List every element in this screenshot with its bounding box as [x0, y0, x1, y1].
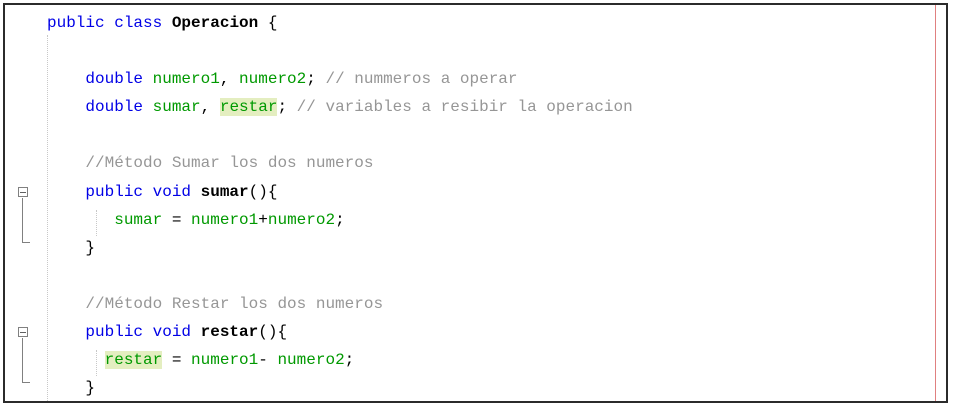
code-token: sumar — [114, 210, 163, 229]
fold-range-end — [22, 242, 30, 243]
code-line[interactable]: public void sumar(){ — [47, 178, 946, 206]
code-token: ; — [335, 210, 345, 229]
code-token: ; — [277, 98, 297, 117]
code-token: = — [162, 351, 192, 370]
code-token: restar — [200, 323, 259, 342]
code-token: // variables a resibir la operacion — [296, 98, 633, 117]
editor-gutter — [5, 5, 45, 401]
code-token: = — [162, 210, 192, 229]
fold-collapse-icon[interactable] — [18, 327, 28, 337]
code-line[interactable]: sumar = numero1+numero2; — [47, 206, 946, 234]
code-token: sumar — [200, 182, 249, 201]
code-line[interactable] — [47, 37, 946, 65]
code-line[interactable]: double numero1, numero2; // nummeros a o… — [47, 65, 946, 93]
code-token: - — [258, 351, 278, 370]
code-token: + — [258, 210, 268, 229]
code-token: } — [47, 238, 96, 257]
code-line[interactable]: //Método Restar los dos numeros — [47, 290, 946, 318]
code-token: public void — [85, 323, 201, 342]
code-line[interactable] — [47, 121, 946, 149]
code-line[interactable]: public class Operacion { — [47, 9, 946, 37]
code-token: (){ — [258, 323, 288, 342]
code-token: public class — [47, 14, 172, 32]
code-token: numero2 — [239, 70, 307, 89]
code-line[interactable]: restar = numero1- numero2; — [47, 346, 946, 374]
code-token: numero1 — [191, 210, 259, 229]
code-token: numero2 — [267, 210, 336, 229]
code-line[interactable]: double sumar, restar; // variables a res… — [47, 93, 946, 121]
code-token: Operacion — [171, 14, 259, 32]
code-token: } — [47, 379, 96, 398]
code-token: double — [85, 98, 153, 117]
code-token: numero2 — [277, 351, 345, 370]
code-token: public void — [85, 182, 201, 201]
code-token: { — [258, 14, 278, 32]
fold-range-line — [22, 198, 23, 242]
code-token: ; — [344, 351, 355, 370]
code-line[interactable] — [47, 262, 946, 290]
code-line[interactable]: public void restar(){ — [47, 318, 946, 346]
code-token: //Método Sumar los dos numeros — [85, 154, 374, 173]
code-token: ; — [306, 70, 326, 89]
code-line[interactable]: } — [47, 374, 946, 401]
code-line[interactable]: //Método Sumar los dos numeros — [47, 149, 946, 177]
fold-collapse-icon[interactable] — [18, 187, 28, 197]
code-token: (){ — [248, 182, 278, 201]
code-token: restar — [219, 98, 278, 117]
code-token: , — [219, 70, 240, 89]
fold-range-end — [22, 382, 30, 383]
code-token: restar — [104, 351, 163, 370]
code-token: numero1 — [191, 351, 259, 370]
code-line[interactable]: } — [47, 234, 946, 262]
fold-range-line — [22, 338, 23, 382]
code-token: numero1 — [152, 70, 220, 89]
code-token: //Método Restar los dos numeros — [85, 294, 384, 313]
code-token: double — [85, 70, 153, 89]
code-token: , — [200, 98, 220, 117]
code-token: sumar — [152, 98, 201, 117]
code-area[interactable]: public class Operacion { double numero1,… — [47, 9, 946, 401]
code-token: // nummeros a operar — [325, 70, 518, 89]
code-editor[interactable]: public class Operacion { double numero1,… — [3, 3, 948, 403]
